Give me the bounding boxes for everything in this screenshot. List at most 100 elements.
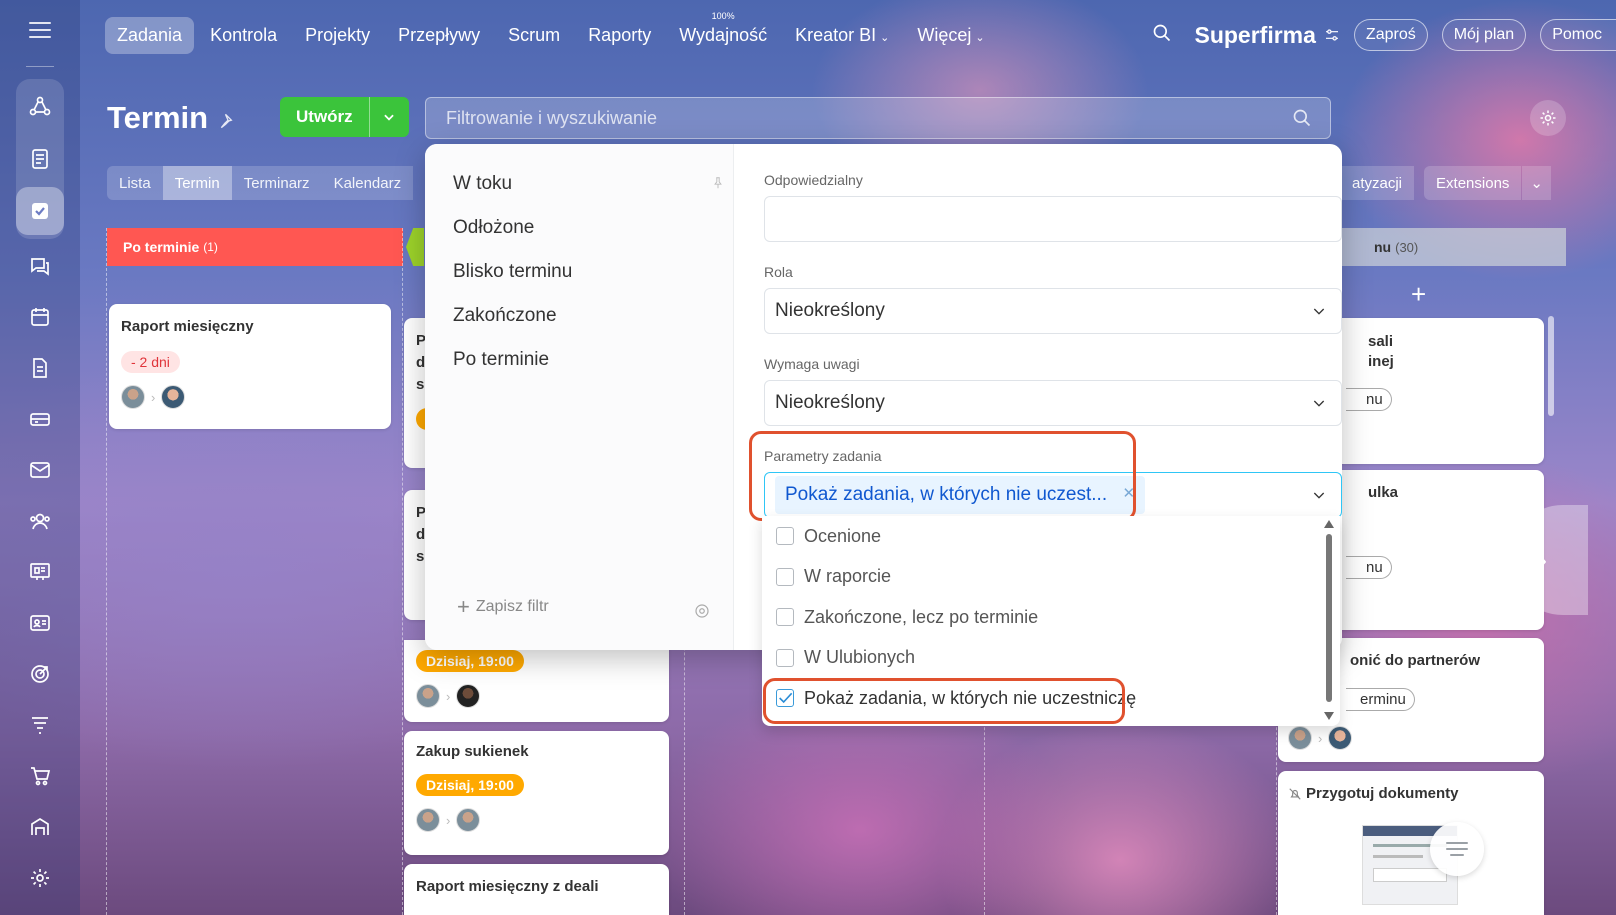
gear-icon[interactable] <box>693 602 711 620</box>
tab-deadline[interactable]: Termin <box>162 166 232 200</box>
task-card[interactable]: Raport miesięczny z deali <box>404 864 669 915</box>
nav-tasks[interactable]: Zadania <box>105 16 195 54</box>
inventory-icon[interactable] <box>16 803 64 851</box>
task-params-select[interactable]: Pokaż zadania, w których nie uczest... ✕ <box>764 472 1342 518</box>
help-button[interactable]: Pomoc <box>1540 19 1616 51</box>
tasks-icon[interactable] <box>16 187 64 235</box>
filter-icon[interactable] <box>16 701 64 749</box>
option-rated[interactable]: Ocenione <box>762 516 1340 557</box>
nav-bi-builder[interactable]: Kreator BI ⌄ <box>783 17 901 54</box>
hamburger-icon[interactable] <box>29 22 51 38</box>
automation-tab[interactable]: atyzacji <box>1340 166 1415 200</box>
status-badge[interactable]: erminu <box>1346 688 1415 711</box>
mail-icon[interactable] <box>16 446 64 494</box>
nav-flows[interactable]: Przepływy <box>386 17 492 54</box>
scroll-thumb[interactable] <box>1326 534 1332 702</box>
option-favorites[interactable]: W Ulubionych <box>762 638 1340 679</box>
tab-list[interactable]: Lista <box>107 166 163 200</box>
avatar[interactable] <box>456 808 481 832</box>
option-not-participating[interactable]: Pokaż zadania, w których nie uczestniczę <box>762 678 1340 719</box>
pin-icon[interactable] <box>218 111 238 131</box>
add-task-icon[interactable]: + <box>1411 279 1426 310</box>
close-icon[interactable]: ✕ <box>1123 484 1136 502</box>
avatar[interactable] <box>161 385 186 409</box>
crm-icon[interactable] <box>16 395 64 443</box>
selected-tag[interactable]: Pokaż zadania, w których nie uczest... ✕ <box>775 476 1146 514</box>
tab-planner[interactable]: Terminarz <box>232 166 322 200</box>
nav-more[interactable]: Więcej ⌄ <box>905 17 996 54</box>
checkbox-checked[interactable] <box>776 689 794 708</box>
feed-icon[interactable] <box>16 135 64 183</box>
checkbox[interactable] <box>776 527 794 546</box>
nav-label: Scrum <box>508 24 561 45</box>
nav-efficiency[interactable]: 100% Wydajność <box>667 11 779 54</box>
invite-button[interactable]: Zaproś <box>1353 19 1428 51</box>
task-card[interactable]: Raport miesięczny - 2 dni › <box>109 304 391 429</box>
save-filter-button[interactable]: + Zapisz filtr <box>457 594 549 620</box>
tab-calendar[interactable]: Kalendarz <box>322 166 414 200</box>
company-brand[interactable]: Superfirma <box>1194 22 1339 49</box>
search-icon[interactable] <box>1292 108 1312 128</box>
role-select[interactable]: Nieokreślony <box>764 288 1342 334</box>
checkbox[interactable] <box>776 567 794 586</box>
option-in-report[interactable]: W raporcie <box>762 557 1340 598</box>
preset-overdue[interactable]: Po terminie <box>425 338 733 382</box>
nav-scrum[interactable]: Scrum <box>496 17 572 54</box>
avatar[interactable] <box>121 385 145 409</box>
attention-select[interactable]: Nieokreślony <box>764 380 1342 426</box>
chevron-down-icon: ⌄ <box>880 31 890 44</box>
chevron-down-icon[interactable]: ⌄ <box>1522 166 1551 200</box>
menu-fab-icon[interactable] <box>1430 822 1484 876</box>
nav-control[interactable]: Kontrola <box>198 17 289 54</box>
preset-near-deadline[interactable]: Blisko terminu <box>425 250 733 294</box>
flow-icon[interactable] <box>16 83 64 131</box>
pin-icon[interactable] <box>711 176 725 190</box>
deadline-badge[interactable]: - 2 dni <box>121 351 180 373</box>
task-card[interactable]: Przygotuj dokumenty <box>1278 771 1544 915</box>
avatar[interactable] <box>456 684 481 708</box>
gear-icon[interactable] <box>1530 100 1566 136</box>
shop-icon[interactable] <box>16 752 64 800</box>
nav-reports[interactable]: Raporty <box>576 17 663 54</box>
avatar[interactable] <box>1328 726 1353 750</box>
column-header-green[interactable] <box>406 228 424 266</box>
avatar[interactable] <box>416 808 440 832</box>
status-badge[interactable]: nu <box>1346 388 1392 411</box>
responsible-field[interactable] <box>764 196 1342 242</box>
checkbox[interactable] <box>776 648 794 667</box>
chevron-down-icon[interactable] <box>370 110 409 124</box>
board-icon[interactable] <box>16 548 64 596</box>
filter-search-input[interactable]: Filtrowanie i wyszukiwanie <box>425 97 1331 139</box>
contacts-icon[interactable] <box>16 497 64 545</box>
extensions-button[interactable]: Extensions <box>1424 166 1522 200</box>
documents-icon[interactable] <box>16 344 64 392</box>
workgroups-icon[interactable] <box>16 599 64 647</box>
deadline-badge[interactable]: Dzisiaj, 19:00 <box>416 774 524 796</box>
preset-in-progress[interactable]: W toku <box>425 162 733 206</box>
column-header-right[interactable]: nu (30) <box>1340 228 1566 266</box>
calendar-icon[interactable] <box>16 293 64 341</box>
chat-icon[interactable] <box>16 242 64 290</box>
scrollbar[interactable] <box>1548 316 1554 416</box>
settings-icon[interactable] <box>16 854 64 902</box>
preset-deferred[interactable]: Odłożone <box>425 206 733 250</box>
status-badge[interactable]: nu <box>1346 556 1392 579</box>
scroll-up-icon[interactable] <box>1324 520 1334 528</box>
avatar[interactable] <box>416 684 440 708</box>
checkbox[interactable] <box>776 608 794 627</box>
scroll-down-icon[interactable] <box>1324 712 1334 720</box>
task-card[interactable]: Dzisiaj, 19:00 › <box>404 640 669 722</box>
nav-projects[interactable]: Projekty <box>293 17 382 54</box>
my-plan-button[interactable]: Mój plan <box>1441 19 1527 51</box>
targets-icon[interactable] <box>16 650 64 698</box>
chevron-down-icon[interactable] <box>1311 487 1327 503</box>
column-header-overdue[interactable]: Po terminie (1) <box>107 228 403 266</box>
dropdown-scrollbar[interactable] <box>1324 520 1334 720</box>
search-icon[interactable] <box>1152 23 1172 48</box>
option-completed-overdue[interactable]: Zakończone, lecz po terminie <box>762 597 1340 638</box>
avatar[interactable] <box>1288 726 1312 750</box>
preset-completed[interactable]: Zakończone <box>425 294 733 338</box>
deadline-badge[interactable]: Dzisiaj, 19:00 <box>416 650 524 672</box>
create-button[interactable]: Utwórz <box>280 97 409 137</box>
task-card[interactable]: Zakup sukienek Dzisiaj, 19:00 › <box>404 731 669 855</box>
